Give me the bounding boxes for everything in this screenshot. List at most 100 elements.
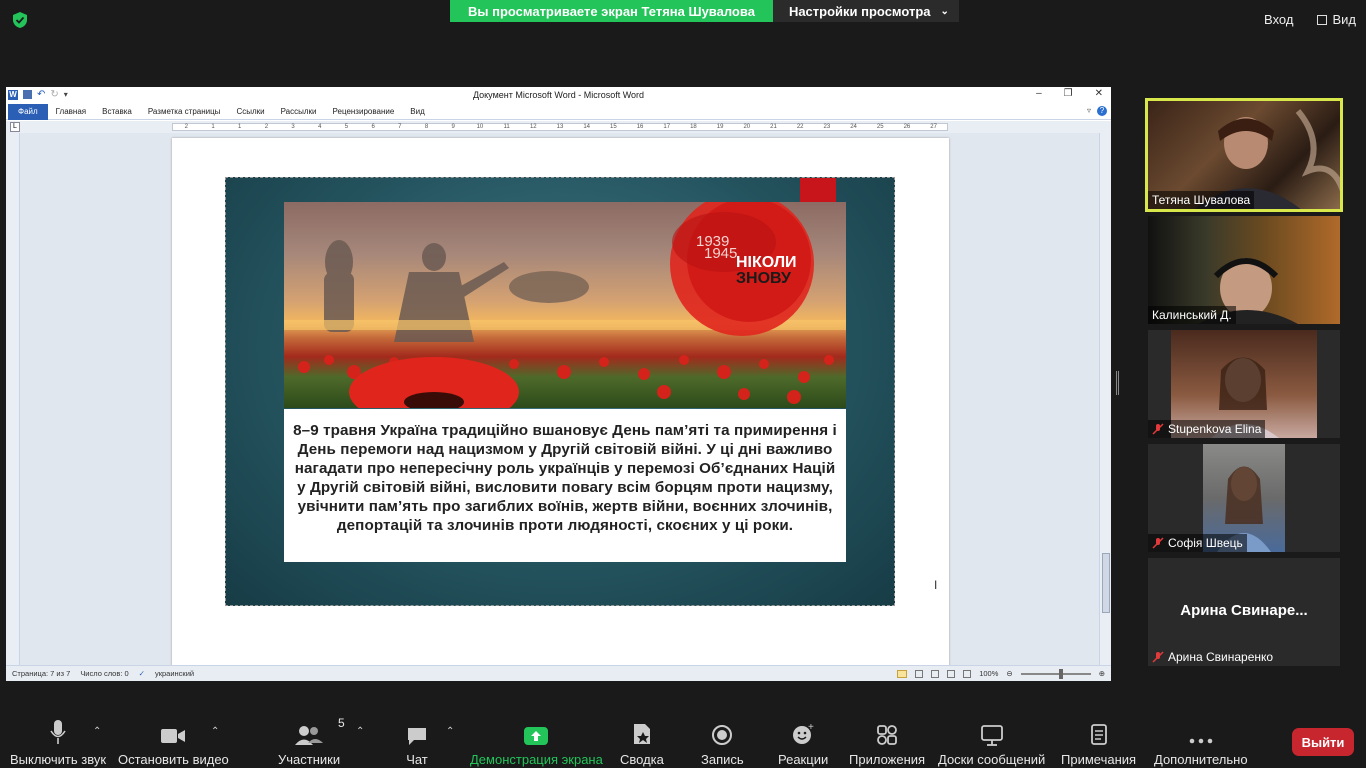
ruler-tick: 26 [903, 124, 911, 130]
word-titlebar: W ↶ ↻ ▾ Документ Microsoft Word - Micros… [6, 87, 1111, 104]
horizontal-ruler[interactable]: 2 1 1 2 3 4 5 6 7 8 9 10 11 12 13 14 15 16 17 18 19 20 21 22 23 2… [172, 123, 948, 131]
mute-button[interactable]: Выключить звук [10, 716, 106, 767]
zoom-out-icon[interactable]: ⊖ [1006, 669, 1012, 678]
minimize-ribbon-icon[interactable]: ▿ [1087, 106, 1091, 116]
apps-button[interactable]: Приложения [849, 716, 925, 767]
more-button[interactable]: Дополнительно [1154, 716, 1248, 767]
whiteboards-button[interactable]: Доски сообщений [938, 716, 1045, 767]
ruler-tick: 4 [318, 124, 322, 130]
stop-video-button[interactable]: Остановить видео [118, 716, 229, 767]
page-count[interactable]: Страница: 7 из 7 [12, 669, 70, 678]
zoom-in-icon[interactable]: ⊕ [1099, 669, 1105, 678]
close-icon[interactable]: ✕ [1095, 88, 1103, 99]
help-icon[interactable]: ? [1097, 106, 1107, 116]
encryption-shield-icon[interactable] [11, 11, 29, 29]
ribbon-tab-6[interactable]: Рецензирование [325, 107, 403, 116]
audio-options-caret[interactable]: ⌃ [93, 726, 101, 737]
participant-tile-5[interactable]: Арина Свинаре... Арина Свинаренко [1148, 558, 1340, 666]
ruler-tick: 16 [636, 124, 644, 130]
window-controls: – ❐ ✕ [1036, 88, 1103, 99]
participant-tile-4[interactable]: Софія Швець [1148, 444, 1340, 552]
ruler-tick: 9 [451, 124, 455, 130]
tab-selector-button[interactable]: L [10, 122, 20, 132]
whiteboard-icon [980, 725, 1003, 746]
participant-name-text: Софія Швець [1168, 536, 1243, 550]
notes-icon [1090, 724, 1107, 745]
ribbon-tab-0[interactable]: Файл [8, 103, 48, 120]
ribbon-tab-7[interactable]: Вид [402, 107, 432, 116]
ruler-tick: 3 [291, 124, 295, 130]
ribbon-tab-1[interactable]: Главная [48, 107, 94, 116]
proofing-icon[interactable]: ✓ [139, 669, 145, 678]
chat-button[interactable]: Чат [406, 716, 428, 767]
sign-in-button[interactable]: Вход [1264, 12, 1293, 27]
zoom-level[interactable]: 100% [979, 669, 998, 678]
reactions-button[interactable]: + Реакции [778, 716, 828, 767]
draft-view-icon[interactable] [963, 669, 972, 678]
print-layout-view-icon[interactable] [897, 669, 908, 678]
embedded-slide-image[interactable]: 1939 1945 НІКОЛИ ЗНОВУ 8–9 травня Україн… [225, 177, 895, 606]
participants-options-caret[interactable]: ⌃ [356, 726, 364, 737]
participants-button[interactable]: 5 Участники [278, 716, 345, 767]
microphone-icon [50, 720, 66, 744]
share-screen-button[interactable]: Демонстрация экрана [470, 716, 603, 767]
video-options-caret[interactable]: ⌃ [211, 726, 219, 737]
ruler-tick: 14 [583, 124, 590, 130]
ruler-tick: 18 [690, 124, 697, 130]
restore-icon[interactable]: ❐ [1064, 88, 1073, 99]
video-camera-icon [161, 729, 186, 743]
participant-tile-3[interactable]: Stupenkova Elina [1148, 330, 1340, 438]
gallery-splitter-handle[interactable] [1116, 371, 1119, 395]
scrollbar-thumb[interactable] [1102, 553, 1110, 613]
participant-name-text: Калинський Д. [1152, 308, 1232, 322]
svg-text:+: + [808, 722, 814, 733]
participants-icon [295, 726, 324, 745]
language-indicator[interactable]: украинский [155, 669, 194, 678]
ruler-tick: 11 [503, 124, 510, 130]
ruler-tick: 5 [344, 124, 349, 130]
zoom-slider[interactable] [1020, 668, 1091, 679]
badge-never-line2: ЗНОВУ [736, 270, 791, 287]
document-page[interactable]: 1939 1945 НІКОЛИ ЗНОВУ 8–9 травня Україн… [172, 138, 949, 665]
ruler-tick: 25 [876, 124, 884, 130]
emoji-reaction-icon: + [793, 722, 814, 744]
apps-icon [877, 725, 897, 745]
chat-options-caret[interactable]: ⌃ [446, 726, 454, 737]
ribbon-tab-4[interactable]: Ссылки [228, 107, 272, 116]
summary-button[interactable]: Сводка [620, 716, 664, 767]
participant-tile-2[interactable]: Калинський Д. [1148, 216, 1340, 324]
ruler-tick: 22 [796, 124, 804, 130]
word-status-bar: Страница: 7 из 7 Число слов: 0 ✓ украинс… [6, 665, 1111, 681]
participant-name-text: Арина Свинаренко [1168, 650, 1274, 664]
more-dots-icon [1189, 738, 1213, 744]
outline-view-icon[interactable] [947, 669, 956, 678]
ribbon-tab-3[interactable]: Разметка страницы [140, 107, 229, 116]
meeting-toolbar: Выключить звук ⌃ Остановить видео ⌃ 5 Уч… [0, 700, 1366, 768]
web-layout-view-icon[interactable] [931, 669, 940, 678]
record-button[interactable]: Запись [701, 716, 744, 767]
view-settings-button[interactable]: Настройки просмотра ⌄ [772, 0, 959, 22]
minimize-icon[interactable]: – [1036, 88, 1042, 99]
ruler-tick: 21 [770, 124, 777, 130]
horizontal-ruler-row: L 2 1 1 2 3 4 5 6 7 8 9 10 11 12 13 14 15 16 17 18 19 20 21 22 2… [6, 121, 1111, 133]
view-label: Вид [1332, 12, 1356, 27]
fullscreen-view-icon[interactable] [915, 669, 924, 678]
ribbon-tab-5[interactable]: Рассылки [273, 107, 325, 116]
participant-name: Софія Швець [1148, 534, 1247, 552]
participant-name: Калинський Д. [1148, 306, 1236, 324]
notes-button[interactable]: Примечания [1061, 716, 1136, 767]
participants-label: Участники [278, 752, 341, 767]
shared-word-window: W ↶ ↻ ▾ Документ Microsoft Word - Micros… [6, 87, 1111, 681]
participant-tile-1[interactable]: Тетяна Шувалова [1145, 98, 1343, 212]
vertical-scrollbar[interactable] [1099, 133, 1111, 665]
summary-label: Сводка [620, 752, 664, 767]
badge-never-line1: НІКОЛИ [736, 254, 797, 271]
view-button[interactable]: Вид [1317, 12, 1356, 27]
leave-meeting-button[interactable]: Выйти [1292, 728, 1354, 756]
participant-name: Тетяна Шувалова [1148, 191, 1255, 209]
word-count[interactable]: Число слов: 0 [80, 669, 128, 678]
whiteboards-label: Доски сообщений [938, 752, 1046, 767]
participant-no-video-name: Арина Свинаре... [1180, 602, 1308, 619]
ribbon-tab-2[interactable]: Вставка [94, 107, 140, 116]
share-screen-label: Демонстрация экрана [470, 752, 603, 767]
